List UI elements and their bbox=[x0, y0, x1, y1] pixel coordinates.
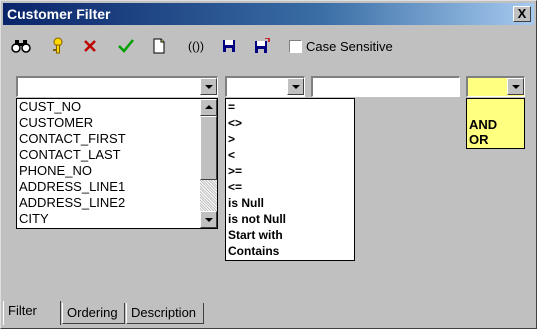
logic-items: AND OR bbox=[467, 117, 524, 147]
operator-list-item[interactable]: < bbox=[226, 147, 354, 163]
new-page-icon[interactable] bbox=[147, 34, 171, 58]
field-items: CUST_NO CUSTOMER CONTACT_FIRST CONTACT_LAST… bbox=[17, 99, 217, 227]
scroll-track[interactable] bbox=[200, 180, 217, 212]
logic-list-item[interactable]: AND bbox=[467, 117, 524, 132]
field-list-item[interactable]: PHONE_NO bbox=[17, 163, 217, 179]
field-list-item[interactable]: CUST_NO bbox=[17, 99, 217, 115]
parentheses-icon[interactable]: (()) bbox=[181, 34, 211, 58]
field-list-item[interactable]: ADDRESS_LINE2 bbox=[17, 195, 217, 211]
field-list-item[interactable]: CONTACT_LAST bbox=[17, 147, 217, 163]
scroll-thumb[interactable] bbox=[200, 116, 217, 180]
tab-ordering[interactable]: Ordering bbox=[62, 303, 125, 324]
operator-list[interactable]: = <> > < >= <= is Null is not Null Start with Con… bbox=[225, 98, 355, 261]
operator-select[interactable] bbox=[225, 76, 305, 97]
operator-list-item[interactable]: <> bbox=[226, 115, 354, 131]
title-bar[interactable]: Customer Filter X bbox=[3, 3, 534, 25]
checkmark-icon[interactable] bbox=[114, 34, 138, 58]
operator-items: = <> > < >= <= is Null is not Null Start with Con… bbox=[226, 99, 354, 259]
tab-filter[interactable]: Filter bbox=[3, 301, 61, 325]
logic-list-item[interactable]: OR bbox=[467, 132, 524, 147]
tab-description[interactable]: Description bbox=[126, 303, 204, 324]
logic-list[interactable]: AND OR bbox=[466, 98, 525, 149]
operator-list-item[interactable]: >= bbox=[226, 163, 354, 179]
field-list-item[interactable]: ADDRESS_LINE1 bbox=[17, 179, 217, 195]
save-as-icon[interactable] bbox=[250, 34, 274, 58]
operator-dropdown-arrow-icon[interactable] bbox=[287, 78, 304, 95]
case-sensitive-label: Case Sensitive bbox=[306, 39, 393, 54]
key-icon[interactable] bbox=[45, 34, 69, 58]
customer-filter-window: Customer Filter X (()) Case Sensitive CU… bbox=[0, 0, 537, 329]
operator-list-item[interactable]: is Null bbox=[226, 195, 354, 211]
save-icon[interactable] bbox=[217, 34, 241, 58]
logic-dropdown-arrow-icon[interactable] bbox=[507, 78, 524, 95]
field-list-item[interactable]: CITY bbox=[17, 211, 217, 227]
operator-list-item[interactable]: Contains bbox=[226, 243, 354, 259]
operator-list-item[interactable]: > bbox=[226, 131, 354, 147]
logic-select[interactable] bbox=[466, 76, 525, 97]
scroll-down-arrow-icon[interactable] bbox=[200, 211, 217, 228]
case-sensitive-checkbox[interactable] bbox=[289, 40, 302, 53]
operator-list-item[interactable]: <= bbox=[226, 179, 354, 195]
field-select[interactable] bbox=[16, 76, 218, 97]
operator-list-item[interactable]: is not Null bbox=[226, 211, 354, 227]
binoculars-icon[interactable] bbox=[9, 34, 33, 58]
operator-list-item[interactable]: Start with bbox=[226, 227, 354, 243]
window-title: Customer Filter bbox=[7, 6, 111, 22]
field-list-scrollbar[interactable] bbox=[200, 99, 217, 228]
field-list-item[interactable]: CUSTOMER bbox=[17, 115, 217, 131]
scroll-up-arrow-icon[interactable] bbox=[200, 99, 217, 116]
field-list[interactable]: CUST_NO CUSTOMER CONTACT_FIRST CONTACT_LAST… bbox=[16, 98, 218, 229]
delete-icon[interactable] bbox=[78, 34, 102, 58]
operator-list-item[interactable]: = bbox=[226, 99, 354, 115]
toolbar: (()) Case Sensitive bbox=[7, 34, 527, 60]
criteria-input[interactable] bbox=[311, 76, 460, 97]
close-button[interactable]: X bbox=[513, 6, 531, 22]
field-list-item[interactable]: CONTACT_FIRST bbox=[17, 131, 217, 147]
field-dropdown-arrow-icon[interactable] bbox=[200, 78, 217, 95]
